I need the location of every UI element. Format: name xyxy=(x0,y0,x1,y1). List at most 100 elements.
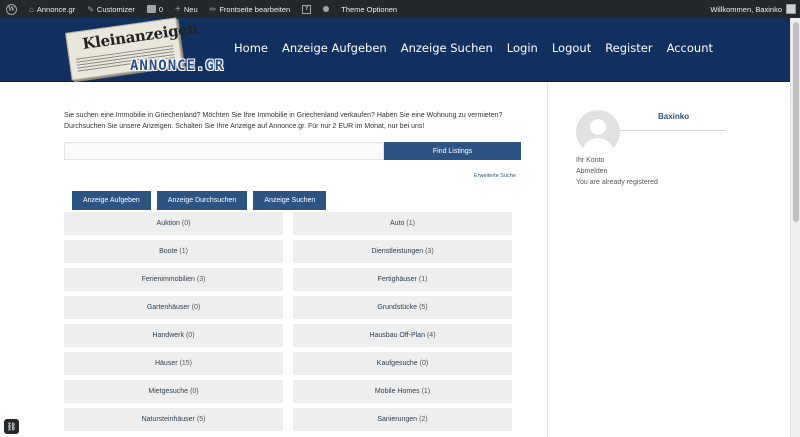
brush-icon: ✎ xyxy=(87,4,94,14)
category-item[interactable]: Mobile Homes (1) xyxy=(293,380,512,403)
abmelden-link[interactable]: Abmelden xyxy=(576,166,658,177)
category-count: (15) xyxy=(179,360,193,367)
category-count: (1) xyxy=(179,248,188,255)
account-menu[interactable]: Willkommen, Baxinko xyxy=(710,0,800,18)
category-grid: Auktion (0) Auto (1) Boote (1) Dienstleistu… xyxy=(64,212,512,431)
category-name: Gartenhäuser xyxy=(146,304,190,311)
wp-logo-menu[interactable]: W xyxy=(0,0,23,18)
category-count: (4) xyxy=(426,332,436,339)
comment-icon xyxy=(146,5,156,13)
plus-icon: + xyxy=(175,3,181,15)
nav-anzeige-suchen[interactable]: Anzeige Suchen xyxy=(394,41,500,55)
category-name: Boote xyxy=(159,248,178,255)
category-item[interactable]: Gartenhäuser (0) xyxy=(64,296,283,319)
customizer-label: Customizer xyxy=(96,4,135,14)
category-item[interactable]: Ferienimmobilien (3) xyxy=(64,268,283,291)
category-item[interactable]: Hausbau Off-Plan (4) xyxy=(293,324,512,347)
category-item[interactable]: Mietgesuche (0) xyxy=(64,380,283,403)
page-scrollbar[interactable] xyxy=(790,18,800,437)
nav-register[interactable]: Register xyxy=(598,41,659,55)
category-item[interactable]: Grundstücke (5) xyxy=(293,296,512,319)
category-name: Häuser xyxy=(154,360,178,367)
category-item[interactable]: Sanierungen (2) xyxy=(293,408,512,431)
yoast-icon: Y xyxy=(302,4,312,14)
avatar-body xyxy=(582,138,614,154)
category-count: (2) xyxy=(419,416,428,423)
comments-link[interactable]: 0 xyxy=(141,0,169,18)
status-dot-menu[interactable] xyxy=(317,0,335,18)
category-item[interactable]: Boote (1) xyxy=(64,240,283,263)
category-count: (0) xyxy=(190,388,199,395)
category-count: (0) xyxy=(191,304,201,311)
category-name: Dienstleistungen xyxy=(371,248,424,255)
category-item[interactable]: Handwerk (0) xyxy=(64,324,283,347)
new-label: Neu xyxy=(183,4,198,14)
search-input[interactable] xyxy=(64,142,384,160)
ihr-konto-link[interactable]: Ihr Konto xyxy=(576,155,658,166)
site-name-label: Annonce.gr xyxy=(36,4,76,14)
category-name: Auto xyxy=(390,220,405,227)
comments-count: 0 xyxy=(158,4,164,14)
nav-account[interactable]: Account xyxy=(660,41,720,55)
intro-text: Sie suchen eine Immobilie in Griechenlan… xyxy=(64,112,503,130)
category-count: (0) xyxy=(419,360,429,367)
nav-login[interactable]: Login xyxy=(500,41,545,55)
home-icon: ⌂ xyxy=(29,4,34,14)
wordpress-icon: W xyxy=(6,3,17,15)
nav-home[interactable]: Home xyxy=(227,41,275,55)
category-name: Kaufgesuche xyxy=(376,360,418,367)
category-count: (3) xyxy=(425,248,434,255)
logo-subtitle: ANNONCE.GR xyxy=(130,58,225,74)
advanced-search-link[interactable]: Erweiterte Suche xyxy=(474,173,516,179)
status-dot-icon xyxy=(323,6,330,12)
main-content: Sie suchen eine Immobilie in Griechenlan… xyxy=(64,110,524,431)
category-item[interactable]: Häuser (15) xyxy=(64,352,283,375)
category-name: Mobile Homes xyxy=(374,388,420,395)
anzeige-aufgeben-button[interactable]: Anzeige Aufgeben xyxy=(72,191,151,210)
category-name: Fertighäuser xyxy=(377,276,417,283)
category-item[interactable]: Dienstleistungen (3) xyxy=(293,240,512,263)
new-content-menu[interactable]: + Neu xyxy=(169,0,204,18)
sidebar-links: Ihr Konto Abmelden You are already regis… xyxy=(576,155,658,188)
anzeige-suchen-button[interactable]: Anzeige Suchen xyxy=(253,191,327,210)
yoast-menu[interactable]: Y xyxy=(296,0,317,18)
sidebar-username: Baxinko xyxy=(658,112,690,121)
customizer-link[interactable]: ✎ Customizer xyxy=(81,0,141,18)
link-icon[interactable]: ⛓ xyxy=(4,419,19,434)
main-nav: Home Anzeige Aufgeben Anzeige Suchen Log… xyxy=(227,41,720,55)
edit-front-link[interactable]: ✏ Frontseite bearbeiten xyxy=(204,0,297,18)
admin-avatar xyxy=(786,4,796,14)
category-item[interactable]: Kaufgesuche (0) xyxy=(293,352,512,375)
category-count: (0) xyxy=(185,332,195,339)
site-logo[interactable]: Kleinanzeigen ANNONCE.GR xyxy=(65,17,230,81)
category-item[interactable]: Fertighäuser (1) xyxy=(293,268,512,291)
nav-logout[interactable]: Logout xyxy=(545,41,598,55)
action-buttons: Anzeige Aufgeben Anzeige Durchsuchen Anz… xyxy=(72,191,327,210)
scrollbar-thumb[interactable] xyxy=(793,22,799,222)
avatar xyxy=(576,110,620,154)
registered-text: You are already registered xyxy=(576,179,658,186)
category-name: Auktion xyxy=(156,220,180,227)
category-count: (0) xyxy=(181,220,191,227)
site-name-menu[interactable]: ⌂ Annonce.gr xyxy=(23,0,81,18)
nav-anzeige-aufgeben[interactable]: Anzeige Aufgeben xyxy=(275,41,394,55)
category-name: Mietgesuche xyxy=(148,388,189,395)
category-count: (5) xyxy=(196,416,206,423)
category-item[interactable]: Auktion (0) xyxy=(64,212,283,235)
category-count: (3) xyxy=(196,276,206,283)
category-item[interactable]: Natursteinhäuser (5) xyxy=(64,408,283,431)
category-count: (5) xyxy=(419,304,428,311)
anzeige-durchsuchen-button[interactable]: Anzeige Durchsuchen xyxy=(156,191,248,210)
sidebar-divider xyxy=(547,82,548,437)
find-listings-button[interactable]: Find Listings xyxy=(384,142,521,160)
category-name: Ferienimmobilien xyxy=(141,276,195,283)
category-name: Grundstücke xyxy=(377,304,418,311)
category-name: Sanierungen xyxy=(377,416,418,423)
pencil-icon: ✏ xyxy=(209,4,217,14)
category-name: Hausbau Off-Plan xyxy=(369,332,425,339)
wp-admin-bar: W ⌂ Annonce.gr ✎ Customizer 0 + Neu ✏ Fr… xyxy=(0,0,800,18)
theme-options-link[interactable]: Theme Optionen xyxy=(335,0,403,18)
sidebar-rule xyxy=(620,130,726,131)
category-name: Handwerk xyxy=(152,332,184,339)
category-item[interactable]: Auto (1) xyxy=(293,212,512,235)
